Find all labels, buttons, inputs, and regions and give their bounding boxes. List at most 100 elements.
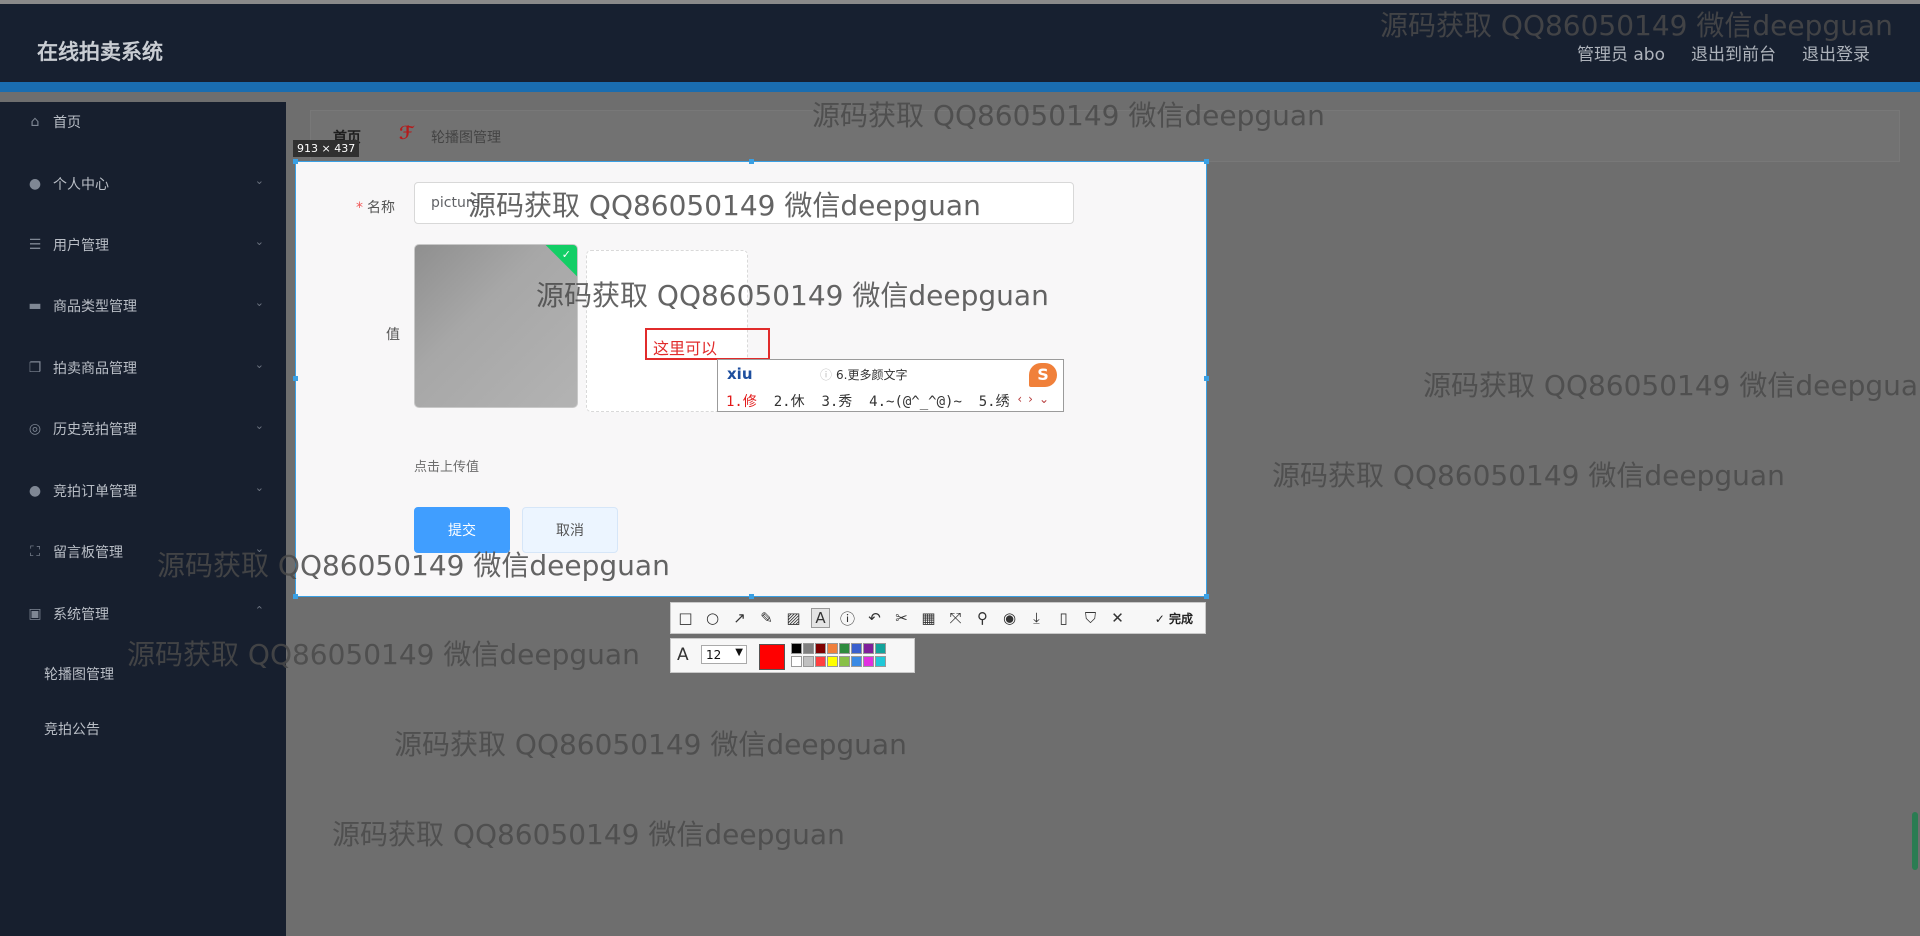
sidebar-item-home[interactable]: ⌂ 首页	[0, 102, 286, 142]
sidebar-item-product-type[interactable]: ▬ 商品类型管理 ⌄	[0, 286, 286, 326]
watermark: 源码获取 QQ86050149 微信deepguan	[812, 99, 1325, 132]
number-icon[interactable]: ⓘ	[839, 608, 856, 629]
current-color-swatch[interactable]	[759, 644, 785, 670]
check-icon: ✓	[561, 248, 571, 261]
phone-icon[interactable]: ▯	[1055, 609, 1072, 627]
resize-handle[interactable]	[293, 376, 298, 381]
user-icon: ●	[28, 483, 42, 499]
watermark: 源码获取 QQ86050149 微信deepguan	[468, 189, 981, 222]
ime-more-emoticons[interactable]: ⓘ 6.更多颜文字	[820, 366, 907, 383]
chevron-down-icon: ⌄	[254, 296, 264, 309]
submenu-item-announcement[interactable]: 竞拍公告	[44, 719, 100, 739]
chevron-left-icon[interactable]: ‹	[1017, 392, 1028, 406]
screenshot-toolbar: □ ○ ↗ ✎ ▨ A ⓘ ↶ ✂ ▦ ⤧ ⚲ ◉ ⤓ ▯ ⛉ ✕ ✓ 完成	[670, 602, 1206, 634]
resize-handle[interactable]	[1204, 594, 1209, 599]
resize-handle[interactable]	[1204, 376, 1209, 381]
mosaic-icon[interactable]: ▨	[785, 609, 802, 627]
watermark: 源码获取 QQ86050149 微信deepguan	[332, 818, 845, 851]
sidebar-item-personal-center[interactable]: ● 个人中心 ⌄	[0, 164, 286, 204]
color-swatch[interactable]	[827, 643, 838, 654]
color-swatch[interactable]	[875, 643, 886, 654]
watermark: 源码获取 QQ86050149 微信deepguan	[157, 549, 670, 582]
uploaded-image-thumbnail[interactable]: ✓	[414, 244, 578, 408]
sidebar-item-label: 竞拍订单管理	[53, 484, 137, 500]
chevron-down-icon: ⌄	[254, 481, 264, 494]
ime-candidate[interactable]: 3.秀	[821, 394, 852, 410]
sidebar-item-system-management[interactable]: ▣ 系统管理 ⌃	[0, 594, 286, 634]
monitor-icon: ▬	[28, 298, 42, 314]
download-icon[interactable]: ⤓	[1028, 609, 1045, 627]
check-icon: ✓	[1154, 611, 1165, 626]
color-swatch[interactable]	[791, 656, 802, 667]
color-swatch[interactable]	[851, 656, 862, 667]
watermark: 源码获取 QQ86050149 微信deepguan	[536, 279, 1049, 312]
header-accent-strip	[0, 82, 1920, 92]
sidebar-item-auction-products[interactable]: ❐ 拍卖商品管理 ⌄	[0, 348, 286, 388]
sidebar-item-label: 用户管理	[53, 238, 109, 254]
ime-candidates: 1.修 2.休 3.秀 4.~(@^_^@)~ 5.绣	[726, 391, 1010, 411]
resize-handle[interactable]	[1204, 159, 1209, 164]
app-title: 在线拍卖系统	[37, 40, 163, 64]
color-swatch[interactable]	[803, 656, 814, 667]
ime-candidate[interactable]: 2.休	[774, 394, 805, 410]
ime-candidate-window: xiu ⓘ 6.更多颜文字 S 1.修 2.休 3.秀 4.~(@^_^@)~ 5…	[717, 359, 1064, 412]
color-swatch[interactable]	[851, 643, 862, 654]
clipboard-icon: ▣	[28, 606, 42, 622]
chevron-down-icon: ⌄	[254, 358, 264, 371]
color-swatch[interactable]	[803, 643, 814, 654]
color-swatch[interactable]	[839, 643, 850, 654]
ime-candidate[interactable]: 5.绣	[979, 394, 1010, 410]
resize-handle[interactable]	[293, 594, 298, 599]
sidebar-item-label: 首页	[53, 115, 81, 131]
breadcrumb-separator-icon: ℱ	[399, 123, 414, 144]
sidebar-item-label: 拍卖商品管理	[53, 361, 137, 377]
color-swatch[interactable]	[815, 656, 826, 667]
color-swatch[interactable]	[863, 656, 874, 667]
color-swatch[interactable]	[815, 643, 826, 654]
rectangle-icon[interactable]: □	[677, 609, 694, 627]
compass-icon: ◎	[28, 421, 42, 437]
long-screenshot-icon[interactable]: ⤧	[947, 609, 964, 627]
font-size-select[interactable]: 12 ▼	[701, 645, 747, 664]
text-annotation-box[interactable]: 这里可以	[645, 328, 770, 360]
scrollbar-thumb[interactable]	[1912, 812, 1918, 870]
color-swatch[interactable]	[875, 656, 886, 667]
sidebar-item-bid-history[interactable]: ◎ 历史竞拍管理 ⌄	[0, 409, 286, 449]
sidebar: ⌂ 首页 ● 个人中心 ⌄ ☰ 用户管理 ⌄ ▬ 商品类型管理 ⌄ ❐ 拍卖商品…	[0, 102, 286, 936]
color-swatch[interactable]	[827, 656, 838, 667]
info-icon: ⓘ	[820, 368, 833, 382]
sidebar-item-bid-orders[interactable]: ● 竞拍订单管理 ⌄	[0, 471, 286, 511]
ime-page-nav[interactable]: ‹›⌄	[1017, 392, 1055, 406]
cut-icon[interactable]: ✂	[893, 609, 910, 627]
color-swatch[interactable]	[863, 643, 874, 654]
watermark: 源码获取 QQ86050149 微信deepguan	[1423, 369, 1920, 402]
scan-icon: ⛶	[30, 544, 40, 560]
chevron-up-icon: ⌃	[254, 604, 264, 617]
ime-candidate[interactable]: 4.~(@^_^@)~	[869, 394, 962, 410]
resize-handle[interactable]	[749, 594, 754, 599]
text-tool-icon[interactable]: A	[811, 608, 830, 628]
bookmark-icon[interactable]: ⛉	[1082, 609, 1099, 627]
color-swatch[interactable]	[791, 643, 802, 654]
done-button[interactable]: ✓ 完成	[1155, 610, 1199, 627]
ellipse-icon[interactable]: ○	[704, 609, 721, 627]
undo-icon[interactable]: ↶	[866, 609, 883, 627]
breadcrumb-current: 轮播图管理	[431, 130, 501, 146]
resize-handle[interactable]	[293, 159, 298, 164]
chevron-right-icon[interactable]: ›	[1028, 392, 1039, 406]
ime-candidate[interactable]: 1.修	[726, 394, 757, 410]
arrow-icon[interactable]: ↗	[731, 609, 748, 627]
pencil-icon[interactable]: ✎	[758, 609, 775, 627]
ime-more-label: 6.更多颜文字	[836, 368, 908, 382]
chevron-down-icon: ⌄	[254, 419, 264, 432]
close-icon[interactable]: ✕	[1109, 609, 1126, 627]
resize-handle[interactable]	[749, 159, 754, 164]
pin-icon[interactable]: ⚲	[974, 609, 991, 627]
record-icon[interactable]: ◉	[1001, 609, 1018, 627]
color-swatch[interactable]	[839, 656, 850, 667]
chevron-down-icon[interactable]: ⌄	[1039, 392, 1055, 406]
sidebar-item-user-management[interactable]: ☰ 用户管理 ⌄	[0, 225, 286, 265]
home-icon: ⌂	[30, 114, 40, 130]
submenu-item-carousel[interactable]: 轮播图管理	[44, 664, 114, 684]
translate-icon[interactable]: ▦	[920, 609, 937, 627]
